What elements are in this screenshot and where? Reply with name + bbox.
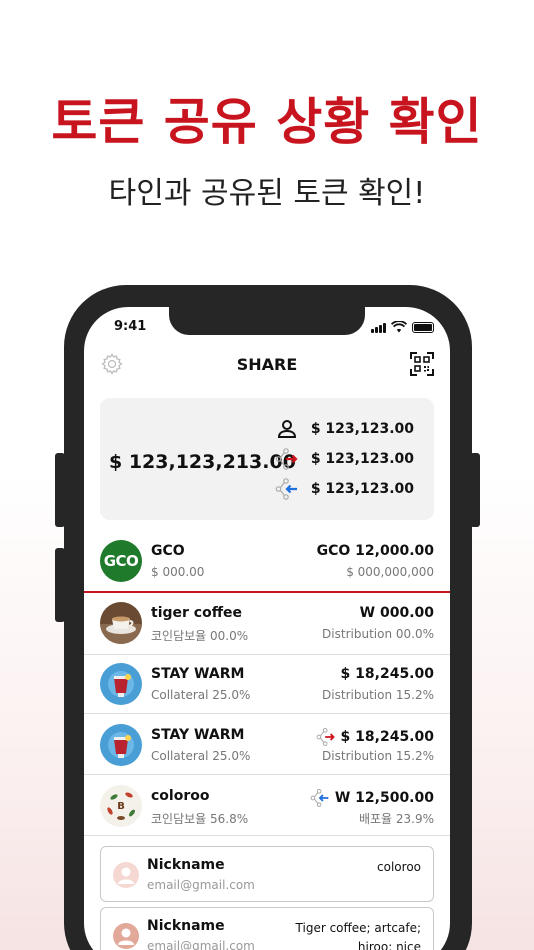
token-row[interactable]: B coloroo 코인담보율 56.8% W 12,500.00 배포율 23… xyxy=(84,776,450,837)
share-out-icon xyxy=(316,727,335,746)
token-name: coloroo xyxy=(151,788,210,804)
wifi-icon xyxy=(391,321,407,333)
token-row[interactable]: STAY WARM Collateral 25.0% $ 18,245.00 D… xyxy=(84,654,450,715)
cellular-signal-icon xyxy=(371,323,386,333)
token-row[interactable]: STAY WARM Collateral 25.0% $ 18,245.00 D… xyxy=(84,715,450,776)
battery-icon xyxy=(412,322,434,333)
token-image xyxy=(100,724,142,766)
token-amount: $ 18,245.00 xyxy=(340,666,434,682)
status-time: 9:41 xyxy=(114,319,147,334)
phone-side-button xyxy=(470,453,480,527)
token-sub-right: 배포율 23.9% xyxy=(358,812,434,826)
user-nickname: Nickname xyxy=(147,857,225,873)
avatar xyxy=(113,862,139,888)
token-name: GCO xyxy=(151,543,185,559)
token-row[interactable]: tiger coffee 코인담보율 00.0% W 000.00 Distri… xyxy=(84,593,450,654)
page-title: SHARE xyxy=(236,355,298,374)
token-amount: W 000.00 xyxy=(359,605,434,621)
gco-logo: GCO xyxy=(100,540,142,582)
phone-side-button xyxy=(55,453,65,527)
token-sub-right: Distribution 15.2% xyxy=(322,749,434,763)
status-icons xyxy=(371,321,434,333)
phone-notch xyxy=(169,307,365,335)
token-amount: GCO 12,000.00 xyxy=(316,543,434,559)
user-shared-tokens: Tiger coffee; artcafe; hiroo; nice xyxy=(295,921,421,950)
token-name: STAY WARM xyxy=(151,727,245,743)
token-sub-right: Distribution 15.2% xyxy=(322,688,434,702)
token-image: B xyxy=(100,785,142,827)
summary-row-shared-in: $ 123,123.00 xyxy=(275,477,414,501)
token-sub-value: 코인담보율 00.0% xyxy=(151,629,249,643)
token-image xyxy=(100,602,142,644)
summary-value-shared-in: $ 123,123.00 xyxy=(310,481,414,497)
summary-value-owned: $ 123,123.00 xyxy=(310,421,414,437)
user-shared-tokens: coloroo xyxy=(377,860,421,874)
share-in-icon xyxy=(275,478,297,500)
promo-subheadline: 타인과 공유된 토큰 확인! xyxy=(108,176,426,211)
divider xyxy=(84,774,450,775)
shared-user-card[interactable]: Nickname email@gmail.com coloroo xyxy=(100,846,434,902)
token-name: STAY WARM xyxy=(151,666,245,682)
summary-row-owned: $ 123,123.00 xyxy=(275,417,414,441)
share-in-icon xyxy=(310,788,329,807)
divider xyxy=(84,835,450,836)
shared-user-card[interactable]: Nickname email@gmail.com Tiger coffee; a… xyxy=(100,907,434,950)
divider xyxy=(84,713,450,714)
token-name: tiger coffee xyxy=(151,605,243,621)
nav-bar: SHARE xyxy=(84,347,450,381)
summary-value-shared-out: $ 123,123.00 xyxy=(310,451,414,467)
token-row-gco[interactable]: GCO GCO $ 000.00 GCO 12,000.00 $ 000,000… xyxy=(84,531,450,592)
token-sub-value: Collateral 25.0% xyxy=(151,688,251,702)
token-sub-value: 코인담보율 56.8% xyxy=(151,812,249,826)
share-out-icon xyxy=(275,448,298,470)
balance-summary-card: $ 123,123,213.00 $ 123,123.00 $ 123,123.… xyxy=(100,398,434,520)
avatar xyxy=(113,923,139,949)
phone-side-button xyxy=(55,548,65,622)
token-sub-right: Distribution 00.0% xyxy=(322,627,434,641)
svg-text:B: B xyxy=(117,801,125,812)
token-amount: $ 18,245.00 xyxy=(315,727,434,747)
summary-row-shared-out: $ 123,123.00 xyxy=(275,447,414,471)
token-image xyxy=(100,663,142,705)
token-sub-value: $ 000.00 xyxy=(151,565,205,579)
phone-screen: 9:41 SHARE $ 123,123,213.00 $ 123,123.00… xyxy=(84,307,450,950)
user-nickname: Nickname xyxy=(147,918,225,934)
promo-headline: 토큰 공유 상황 확인 xyxy=(51,93,483,151)
user-email: email@gmail.com xyxy=(147,878,255,892)
user-email: email@gmail.com xyxy=(147,939,255,950)
token-amount: W 12,500.00 xyxy=(309,788,434,808)
person-icon xyxy=(277,420,296,438)
token-sub-value: Collateral 25.0% xyxy=(151,749,251,763)
qr-scan-icon[interactable] xyxy=(410,352,434,376)
token-sub-right: $ 000,000,000 xyxy=(346,565,434,579)
total-balance: $ 123,123,213.00 xyxy=(109,451,296,473)
